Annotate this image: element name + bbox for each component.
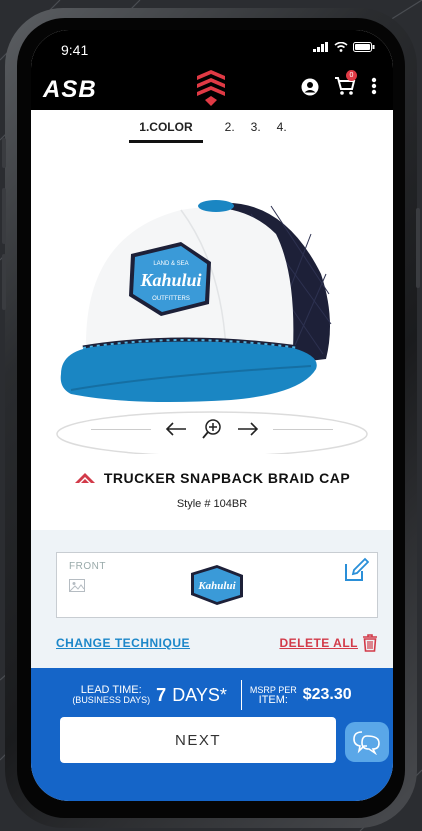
next-button[interactable]: NEXT [60, 717, 336, 763]
delete-all-label: DELETE ALL [279, 636, 358, 650]
account-icon[interactable] [301, 78, 319, 96]
cart-count-badge: 0 [346, 70, 357, 81]
battery-icon [353, 42, 375, 52]
chat-icon [353, 731, 380, 755]
brand-chevron-icon [74, 473, 95, 483]
product-style: Style # 104BR [31, 498, 393, 510]
msrp-label-block: MSRP PER ITEM: [250, 685, 297, 706]
tab-step-2[interactable]: 2. [217, 120, 243, 134]
thumbnail-text: Kahului [197, 580, 236, 592]
lead-time-unit: DAYS* [172, 684, 227, 705]
image-navigation [31, 418, 393, 440]
step-tabs: 1.COLOR 2. 3. 4. [31, 110, 393, 144]
tab-step-4[interactable]: 4. [269, 120, 295, 134]
lead-time-row: LEAD TIME: (BUSINESS DAYS) 7 DAYS* MSRP … [31, 680, 393, 710]
design-actions: CHANGE TECHNIQUE DELETE ALL [56, 634, 378, 652]
signal-icon [313, 42, 328, 52]
tab-step-3[interactable]: 3. [243, 120, 269, 134]
cart-button[interactable]: 0 [334, 70, 357, 101]
front-label: FRONT [69, 561, 106, 572]
tab-step-1-color[interactable]: 1.COLOR [129, 112, 203, 143]
chat-button[interactable] [345, 722, 389, 762]
phone-notch [123, 30, 303, 64]
delete-all-link[interactable]: DELETE ALL [279, 634, 378, 652]
lead-time-value: 7 [156, 684, 167, 705]
more-menu-icon[interactable] [371, 77, 377, 95]
patch-top-text: LAND & SEA [153, 261, 188, 267]
trash-icon [363, 634, 377, 652]
image-placeholder-icon [69, 579, 85, 592]
msrp-label-2: ITEM: [258, 694, 288, 706]
product-title-text: TRUCKER SNAPBACK BRAID CAP [103, 470, 351, 486]
design-thumbnail[interactable]: Kahului [187, 561, 247, 609]
phone-volume-up [2, 188, 6, 244]
lead-time-sub: (BUSINESS DAYS) [72, 695, 151, 705]
status-time: 9:41 [61, 42, 89, 58]
patch-bottom-text: OUTFITTERS [152, 296, 190, 302]
nav-line-right [273, 428, 333, 430]
arrow-right-icon[interactable] [237, 422, 259, 436]
phone-power-button [416, 208, 420, 288]
style-number: 104BR [213, 498, 248, 510]
front-design-slot[interactable]: FRONT Kahului [56, 552, 378, 618]
phone-volume-down [2, 254, 6, 310]
zoom-in-icon[interactable] [201, 418, 223, 440]
footer-divider [240, 680, 242, 710]
patch-main-text: Kahului [139, 270, 201, 290]
app-logo[interactable]: ASB [43, 76, 97, 104]
phone-mute-switch [2, 138, 6, 168]
nav-line-left [91, 428, 151, 430]
lead-time-label: LEAD TIME: [80, 684, 142, 696]
app-header: 9:41 ASB 0 [31, 30, 393, 110]
edit-icon[interactable] [343, 557, 369, 583]
lead-time-label-block: LEAD TIME: (BUSINESS DAYS) [72, 684, 151, 706]
change-technique-link[interactable]: CHANGE TECHNIQUE [56, 636, 190, 650]
style-label: Style # [176, 498, 211, 510]
product-image[interactable]: LAND & SEA Kahului OUTFITTERS [31, 144, 393, 454]
product-title-row: TRUCKER SNAPBACK BRAID CAP [31, 470, 393, 489]
brand-mark-icon[interactable] [195, 70, 227, 106]
checkout-footer: LEAD TIME: (BUSINESS DAYS) 7 DAYS* MSRP … [31, 668, 393, 801]
product-title: TRUCKER SNAPBACK BRAID CAP [74, 470, 350, 486]
msrp-price: $23.30 [302, 686, 352, 703]
app-screen: 9:41 ASB 0 1.COLOR 2. 3. 4. LAND & SEA K… [31, 30, 393, 801]
arrow-left-icon[interactable] [165, 422, 187, 436]
wifi-icon [334, 42, 348, 52]
status-icons [313, 42, 375, 52]
